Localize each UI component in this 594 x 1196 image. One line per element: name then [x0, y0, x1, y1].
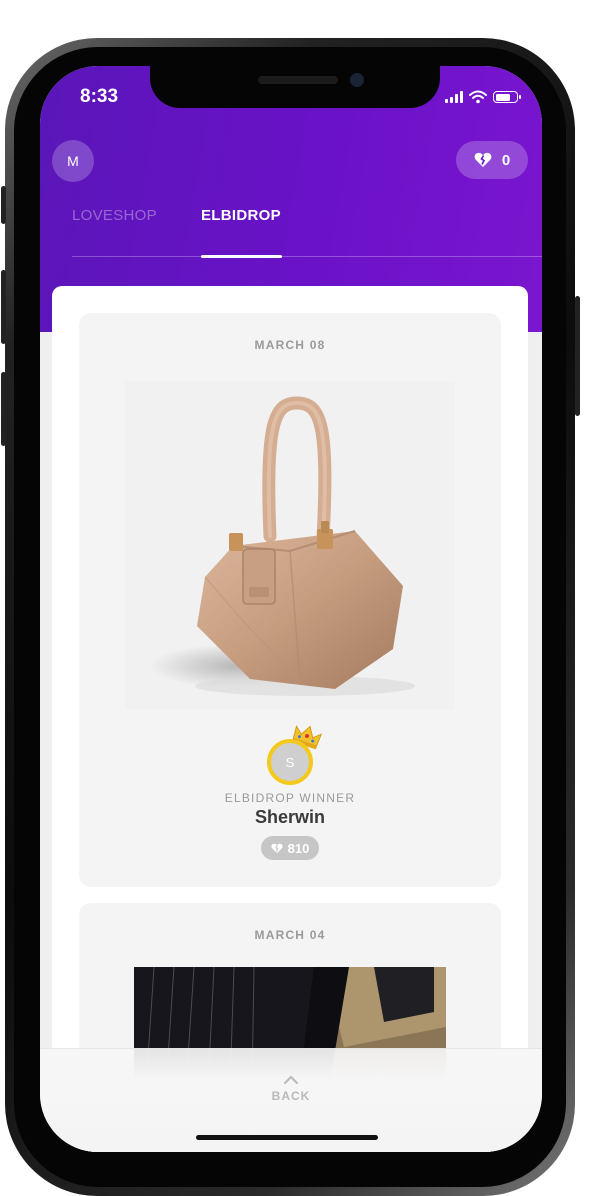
drop-date: MARCH 08: [254, 338, 326, 352]
drop-card[interactable]: MARCH 08 S ELBIDROP WINNER Sherwin 810: [79, 313, 501, 887]
winner-label: ELBIDROP WINNER: [224, 791, 356, 805]
side-button-volume-up: [1, 270, 6, 344]
side-button-volume-down: [1, 372, 6, 446]
winner-name: Sherwin: [254, 807, 325, 827]
handbag-image: [150, 396, 415, 696]
drop-date: MARCH 04: [254, 928, 326, 942]
status-icons: [445, 90, 521, 104]
broken-heart-icon: [271, 843, 283, 853]
camera: [350, 73, 364, 87]
hearts-count: 0: [501, 151, 511, 169]
hearts-balance-button[interactable]: 0: [456, 141, 528, 179]
back-button[interactable]: BACK: [40, 1048, 542, 1152]
notch: [150, 66, 440, 108]
wifi-icon: [469, 90, 487, 104]
drops-list: MARCH 08 S ELBIDROP WINNER Sherwin 810 M…: [52, 286, 528, 1152]
battery-icon: [493, 91, 521, 103]
tab-elbidrop[interactable]: ELBIDROP: [201, 207, 281, 224]
profile-avatar-button[interactable]: M: [52, 140, 94, 182]
winner-avatar[interactable]: S: [267, 739, 313, 785]
tab-loveshop[interactable]: LOVESHOP: [72, 207, 157, 224]
broken-heart-icon: [474, 152, 492, 167]
tab-active-indicator: [201, 255, 282, 258]
tab-divider: [72, 256, 542, 257]
side-button-mute: [1, 186, 6, 224]
winner-hearts-count: 810: [287, 840, 310, 856]
back-label: BACK: [271, 1089, 311, 1103]
screen: 8:33 M 0 LOVESHOP ELBIDROP MARCH 08 S EL…: [40, 66, 542, 1152]
signal-icon: [445, 91, 463, 103]
home-indicator[interactable]: [196, 1135, 378, 1140]
product-image[interactable]: [125, 381, 455, 709]
status-time: 8:33: [80, 86, 119, 107]
chevron-up-icon: [283, 1075, 299, 1085]
tab-bar: LOVESHOP ELBIDROP: [40, 201, 542, 261]
speaker: [258, 76, 338, 84]
side-button-power: [575, 296, 580, 416]
winner-hearts-badge: 810: [261, 836, 319, 860]
